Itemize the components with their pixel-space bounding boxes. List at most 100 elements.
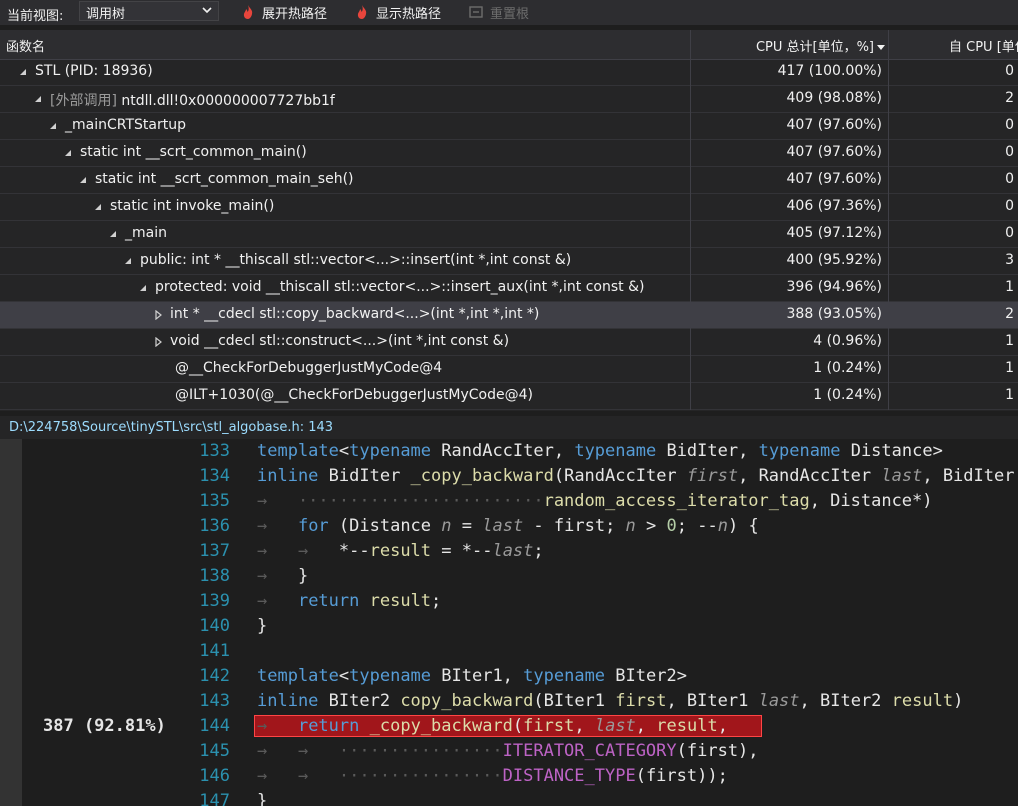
table-row[interactable]: _main 405 (97.12%) 0 [0,221,1018,248]
self-cpu-cell: 0 [888,59,1018,86]
collapsed-triangle-icon[interactable] [153,310,163,320]
source-editor[interactable]: 133 template<typename RandAccIter, typena… [0,439,1018,806]
source-path-bar: D:\224758\Source\tinySTL\src\stl_algobas… [0,416,1018,439]
column-header-self-cpu[interactable]: 自 CPU [单位，%] [888,30,1018,59]
expand-hot-path-label: 展开热路径 [262,6,328,22]
column-header-function-name[interactable]: 函数名 [6,36,45,55]
code-line: 134 inline BidIter _copy_backward(RandAcc… [0,464,1018,489]
line-number: 144 [199,716,230,736]
self-cpu-cell: 0 [888,221,1018,248]
line-number: 138 [199,566,230,586]
cpu-total-cell: 1 (0.24%) [690,356,888,383]
show-hot-path-button[interactable]: 显示热路径 [354,3,442,22]
table-row[interactable]: _mainCRTStartup 407 (97.60%) 0 [0,113,1018,140]
code-line: 138 → } [0,564,1018,589]
cpu-annotation: 387 (92.81%) [43,716,166,736]
code-line: 133 template<typename RandAccIter, typena… [0,439,1018,464]
self-cpu-cell: 0 [888,194,1018,221]
code-line: 136 → for (Distance n = last - first; n >… [0,514,1018,539]
table-row[interactable]: @ILT+1030(@__CheckForDebuggerJustMyCode@… [0,383,1018,410]
function-name: _mainCRTStartup [65,117,186,133]
line-number: 133 [199,441,230,461]
cpu-total-label: CPU 总计[单位，%] [755,40,874,55]
flame-icon [357,5,367,19]
line-number: 145 [199,741,230,761]
call-tree-grid: 函数名 CPU 总计[单位，%] 自 CPU [单位，%] STL (PID: … [0,30,1018,411]
code-line: 135 → ························random_acce… [0,489,1018,514]
code-line: 139 → return result; [0,589,1018,614]
show-hot-path-label: 显示热路径 [376,6,442,22]
table-row[interactable]: static int __scrt_common_main() 407 (97.6… [0,140,1018,167]
table-row[interactable]: [外部调用] ntdll.dll!0x000000007727bb1f 409 (… [0,86,1018,113]
function-name: static int invoke_main() [110,198,275,214]
cpu-total-cell: 407 (97.60%) [690,140,888,167]
expanded-triangle-icon[interactable] [108,229,118,239]
function-name: protected: void __thiscall stl::vector<.… [155,279,645,295]
view-select[interactable]: 调用树 [79,1,219,22]
cpu-total-cell: 407 (97.60%) [690,167,888,194]
line-number: 135 [199,491,230,511]
table-row[interactable]: public: int * __thiscall stl::vector<...… [0,248,1018,275]
line-number: 141 [199,641,230,661]
expanded-triangle-icon[interactable] [33,94,43,104]
function-name: STL (PID: 18936) [35,63,153,79]
code-line: 137 → → *--result = *--last; [0,539,1018,564]
line-number: 147 [199,791,230,806]
code-line: 141 [0,639,1018,664]
code-line: 140} [0,614,1018,639]
function-name: int * __cdecl stl::copy_backward<...>(in… [170,306,540,322]
collapsed-triangle-icon[interactable] [153,337,163,347]
cpu-total-cell: 4 (0.96%) [690,329,888,356]
reset-icon [469,6,483,18]
code-line: 142 template<typename BIter1, typename BI… [0,664,1018,689]
line-number: 140 [199,616,230,636]
expanded-triangle-icon[interactable] [138,283,148,293]
expand-hot-path-button[interactable]: 展开热路径 [240,3,328,22]
code-line: 147} [0,789,1018,806]
self-cpu-cell: 1 [888,356,1018,383]
expanded-triangle-icon[interactable] [78,175,88,185]
function-name: [外部调用] ntdll.dll!0x000000007727bb1f [50,90,335,110]
cpu-total-cell: 400 (95.92%) [690,248,888,275]
flame-icon [243,5,253,19]
function-name: static int __scrt_common_main() [80,144,307,160]
function-name: _main [125,225,167,241]
code-line: 145 → → ················ITERATOR_CATEGORY… [0,739,1018,764]
table-row[interactable]: static int __scrt_common_main_seh() 407 (… [0,167,1018,194]
function-name: static int __scrt_common_main_seh() [95,171,354,187]
table-row[interactable]: int * __cdecl stl::copy_backward<...>(in… [0,302,1018,329]
code-line: 143 inline BIter2 copy_backward(BIter1 fi… [0,689,1018,714]
self-cpu-cell: 1 [888,329,1018,356]
code-line-hot: 387 (92.81%) 144 → return _copy_backward(f… [0,714,1018,739]
chevron-down-icon [202,7,212,14]
expanded-triangle-icon[interactable] [63,148,73,158]
source-file-path[interactable]: D:\224758\Source\tinySTL\src\stl_algobas… [9,420,333,435]
table-row[interactable]: @__CheckForDebuggerJustMyCode@4 1 (0.24%)… [0,356,1018,383]
cpu-total-cell: 405 (97.12%) [690,221,888,248]
function-name-text: ntdll.dll!0x000000007727bb1f [116,93,335,109]
column-header-cpu-total[interactable]: CPU 总计[单位，%] [690,30,888,59]
function-name: @__CheckForDebuggerJustMyCode@4 [175,360,443,376]
line-number: 142 [199,666,230,686]
table-row[interactable]: protected: void __thiscall stl::vector<.… [0,275,1018,302]
self-cpu-cell: 0 [888,113,1018,140]
function-name: public: int * __thiscall stl::vector<...… [140,252,572,268]
line-number: 134 [199,466,230,486]
table-row[interactable]: STL (PID: 18936) 417 (100.00%) 0 [0,59,1018,86]
expanded-triangle-icon[interactable] [18,67,28,77]
line-number: 146 [199,766,230,786]
reset-root-label: 重置根 [490,6,530,22]
cpu-total-cell: 388 (93.05%) [690,302,888,329]
self-cpu-cell: 3 [888,248,1018,275]
line-number: 137 [199,541,230,561]
expanded-triangle-icon[interactable] [48,121,58,131]
reset-root-button[interactable]: 重置根 [468,3,530,22]
table-row[interactable]: void __cdecl stl::construct<...>(int *,i… [0,329,1018,356]
self-cpu-cell: 2 [888,86,1018,113]
grid-header: 函数名 CPU 总计[单位，%] 自 CPU [单位，%] [0,30,1018,60]
function-name: void __cdecl stl::construct<...>(int *,i… [170,333,510,349]
cpu-total-cell: 407 (97.60%) [690,113,888,140]
expanded-triangle-icon[interactable] [123,256,133,266]
expanded-triangle-icon[interactable] [93,202,103,212]
table-row[interactable]: static int invoke_main() 406 (97.36%) 0 [0,194,1018,221]
